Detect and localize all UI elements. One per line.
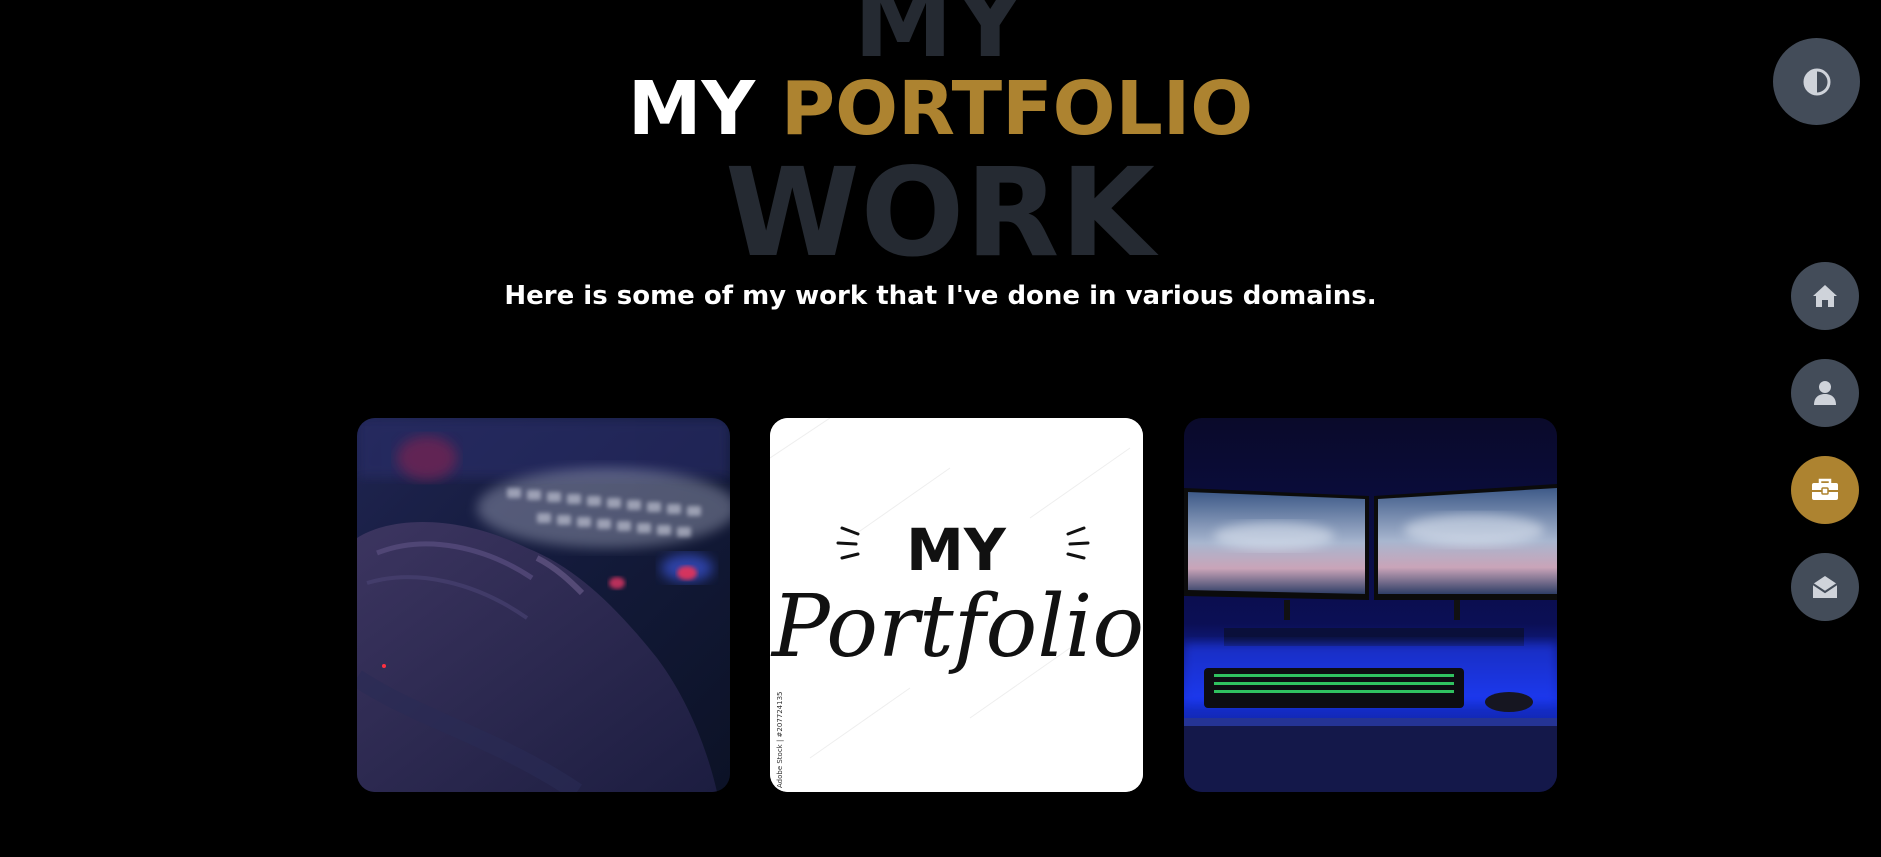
hand-on-keyboard-photo xyxy=(357,418,730,792)
background-word-top: MY xyxy=(853,0,1028,80)
lettering-line-portfolio: Portfolio xyxy=(770,577,1143,677)
background-word-bottom: WORK xyxy=(725,142,1156,284)
portfolio-card-lettering[interactable]: MY Portfolio Adobe Stock | #207724135 xyxy=(770,418,1143,792)
portfolio-card-desk-setup[interactable] xyxy=(1184,418,1557,792)
my-portfolio-lettering-image: MY Portfolio Adobe Stock | #207724135 xyxy=(770,418,1143,792)
dual-monitor-setup-photo xyxy=(1184,418,1557,792)
theme-toggle-button[interactable] xyxy=(1773,38,1860,125)
nav-portfolio-button[interactable] xyxy=(1791,456,1859,524)
nav-contact-button[interactable] xyxy=(1791,553,1859,621)
portfolio-page: MY MY PORTFOLIO WORK Here is some of my … xyxy=(0,0,1881,857)
title-word-accent: PORTFOLIO xyxy=(780,66,1254,152)
envelope-open-icon xyxy=(1812,576,1838,598)
nav-about-button[interactable] xyxy=(1791,359,1859,427)
page-title: MY PORTFOLIO xyxy=(0,72,1881,146)
stock-watermark: Adobe Stock | #207724135 xyxy=(776,692,784,789)
contrast-icon xyxy=(1803,68,1830,95)
nav-home-button[interactable] xyxy=(1791,262,1859,330)
portfolio-card-keyboard[interactable] xyxy=(357,418,730,792)
briefcase-icon xyxy=(1812,478,1838,500)
page-subtitle: Here is some of my work that I've done i… xyxy=(504,281,1377,311)
user-icon xyxy=(1814,381,1836,405)
title-word-white: MY xyxy=(627,66,756,152)
lettering-line-my: MY xyxy=(906,516,1007,584)
home-icon xyxy=(1813,285,1837,307)
